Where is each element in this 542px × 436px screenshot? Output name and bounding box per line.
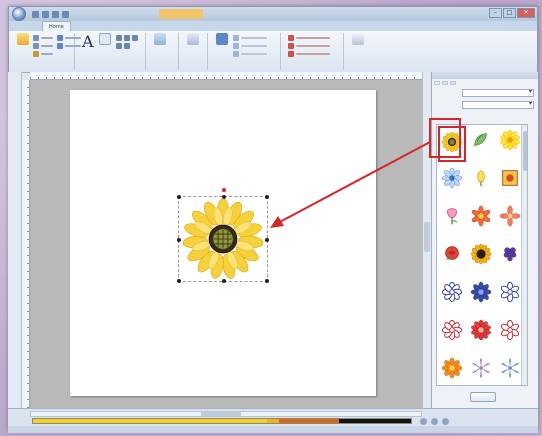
scroll-thumb[interactable] bbox=[424, 222, 430, 252]
yellow-flower-icon bbox=[500, 129, 520, 151]
rose-icon bbox=[445, 246, 459, 260]
yellow-bud-icon bbox=[477, 170, 485, 187]
design-library-panel bbox=[431, 72, 538, 408]
blue-star-flower-icon bbox=[501, 357, 519, 379]
status-bar bbox=[8, 426, 538, 433]
resize-handle-sw[interactable] bbox=[177, 279, 181, 283]
design-thumbnail[interactable] bbox=[467, 164, 495, 200]
red-flower-icon bbox=[471, 205, 491, 227]
design-thumbnail[interactable] bbox=[496, 240, 524, 276]
field-select-1[interactable] bbox=[462, 89, 534, 97]
selected-design[interactable] bbox=[177, 188, 269, 283]
resize-handle-e[interactable] bbox=[265, 238, 269, 242]
grid-scrollbar[interactable] bbox=[521, 125, 527, 385]
design-thumbnail[interactable] bbox=[438, 354, 466, 385]
design-thumbnail[interactable] bbox=[496, 316, 524, 352]
panel-tabs bbox=[432, 79, 538, 87]
canvas-horizontal-scrollbar[interactable] bbox=[30, 411, 422, 417]
tool-strip bbox=[8, 72, 22, 408]
design-thumbnail[interactable] bbox=[496, 278, 524, 314]
purple-star-flower-icon bbox=[472, 357, 490, 379]
rotate-handle[interactable] bbox=[222, 188, 226, 192]
next-stitch-button[interactable] bbox=[442, 418, 449, 425]
category-select[interactable] bbox=[462, 101, 534, 109]
design-thumbnail[interactable] bbox=[467, 354, 495, 385]
grid-scroll-thumb[interactable] bbox=[523, 131, 527, 171]
thread-color-segment bbox=[339, 419, 411, 423]
sunflower-design-icon bbox=[182, 198, 264, 279]
canvas-vertical-scrollbar[interactable] bbox=[422, 72, 431, 408]
field-row-2 bbox=[432, 99, 538, 111]
design-thumbnail[interactable] bbox=[438, 278, 466, 314]
red-cross-flower-icon bbox=[499, 205, 521, 227]
design-thumbnail[interactable] bbox=[438, 202, 466, 238]
design-thumbnail[interactable] bbox=[467, 316, 495, 352]
red-outline-flower-icon bbox=[441, 319, 463, 341]
horizontal-ruler bbox=[30, 72, 422, 80]
design-thumbnail[interactable] bbox=[496, 202, 524, 238]
design-thumbnail[interactable] bbox=[438, 316, 466, 352]
design-thumbnail[interactable] bbox=[496, 354, 524, 385]
sunflower-small-icon bbox=[470, 243, 492, 265]
panel-tab-1[interactable] bbox=[434, 81, 440, 85]
blue-outline-flower-icon bbox=[441, 281, 463, 303]
previous-stitch-button[interactable] bbox=[420, 418, 427, 425]
thread-color-segment bbox=[33, 419, 268, 423]
vertical-ruler bbox=[22, 80, 30, 408]
red-filled-flower-icon bbox=[471, 319, 491, 341]
resize-handle-ne[interactable] bbox=[265, 195, 269, 199]
red-outline-flower-2-icon bbox=[500, 319, 520, 341]
pink-tulip-icon bbox=[447, 208, 458, 225]
thread-color-segment bbox=[278, 419, 340, 423]
square-flower-icon bbox=[502, 170, 518, 186]
canvas-area[interactable] bbox=[30, 80, 422, 408]
bottom-bar bbox=[8, 408, 538, 433]
panel-action-button[interactable] bbox=[470, 392, 496, 402]
play-stitch-button[interactable] bbox=[431, 418, 438, 425]
resize-handle-se[interactable] bbox=[265, 279, 269, 283]
resize-handle-nw[interactable] bbox=[177, 195, 181, 199]
grape-icon bbox=[503, 247, 517, 262]
design-thumbnail[interactable] bbox=[438, 126, 466, 162]
thread-color-strip bbox=[32, 418, 412, 424]
hscroll-thumb[interactable] bbox=[201, 412, 241, 416]
design-thumbnail[interactable] bbox=[496, 164, 524, 200]
design-thumbnail[interactable] bbox=[496, 126, 524, 162]
orange-flower-icon bbox=[441, 357, 463, 379]
blue-outline-flower-2-icon bbox=[500, 281, 520, 303]
panel-header bbox=[432, 72, 538, 79]
design-thumbnail[interactable] bbox=[467, 278, 495, 314]
design-thumbnail[interactable] bbox=[467, 126, 495, 162]
panel-tab-2[interactable] bbox=[442, 81, 448, 85]
resize-handle-w[interactable] bbox=[177, 238, 181, 242]
design-page[interactable] bbox=[70, 90, 376, 396]
design-thumbnail[interactable] bbox=[438, 240, 466, 276]
workspace bbox=[8, 6, 538, 433]
field-row-1 bbox=[432, 87, 538, 99]
sunflower-icon bbox=[441, 131, 463, 153]
leaf-icon bbox=[474, 133, 487, 146]
stitch-navigation bbox=[420, 418, 449, 425]
design-thumbnail-grid bbox=[436, 124, 528, 386]
blue-flower-icon bbox=[441, 167, 463, 189]
blue-filled-flower-icon bbox=[470, 281, 492, 303]
design-thumbnail[interactable] bbox=[467, 240, 495, 276]
design-thumbnail[interactable] bbox=[438, 164, 466, 200]
panel-tab-3[interactable] bbox=[450, 81, 456, 85]
thread-color-segment bbox=[267, 419, 279, 423]
design-thumbnail[interactable] bbox=[467, 202, 495, 238]
